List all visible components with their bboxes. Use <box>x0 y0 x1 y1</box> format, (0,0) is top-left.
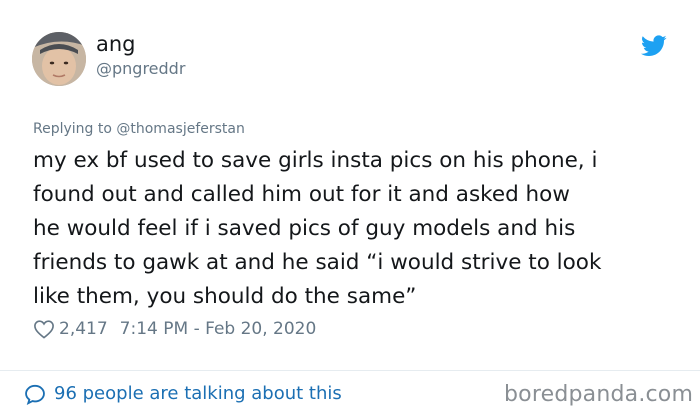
replying-to[interactable]: Replying to @thomasjeferstan <box>33 120 245 138</box>
divider <box>0 370 700 371</box>
talking-label: 96 people are talking about this <box>54 383 342 404</box>
avatar[interactable] <box>32 32 86 86</box>
tweet-text: my ex bf used to save girls insta pics o… <box>33 148 602 309</box>
display-name[interactable]: ang <box>96 32 136 56</box>
user-handle[interactable]: @pngreddr <box>96 59 185 79</box>
tweet-meta: 2,417 7:14 PM - Feb 20, 2020 <box>33 318 316 340</box>
talking-link[interactable]: 96 people are talking about this <box>24 382 342 406</box>
twitter-bird-icon[interactable] <box>641 35 667 57</box>
avatar-photo <box>32 32 86 86</box>
heart-icon[interactable] <box>33 319 55 339</box>
site-watermark: boredpanda.com <box>504 382 694 407</box>
timestamp[interactable]: 7:14 PM - Feb 20, 2020 <box>120 318 317 340</box>
tweet-card: ang @pngreddr Replying to @thomasjeferst… <box>0 0 700 419</box>
like-count[interactable]: 2,417 <box>59 318 108 340</box>
speech-bubble-icon <box>25 384 45 405</box>
